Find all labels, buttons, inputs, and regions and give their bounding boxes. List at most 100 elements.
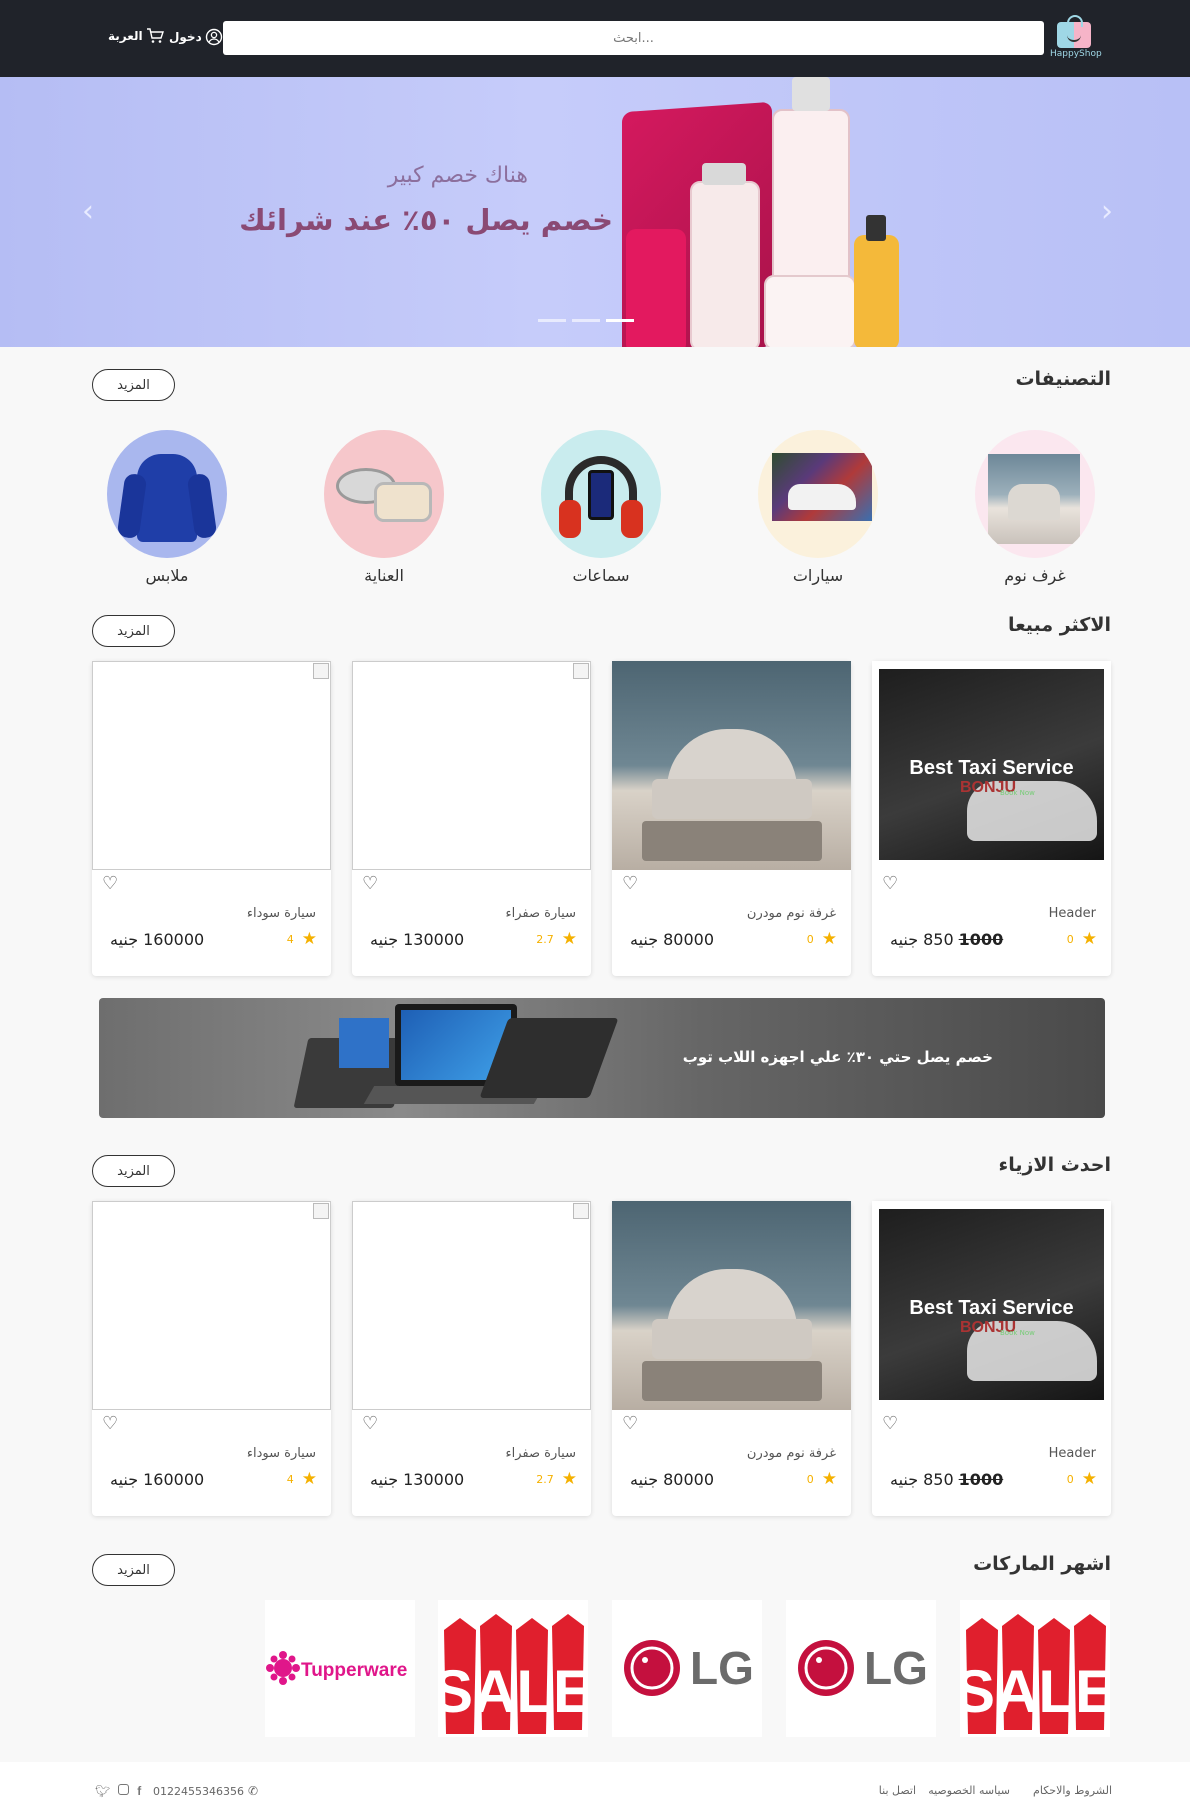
product-card[interactable]: ♡ سيارة صفراء ★ 2.7 130000 جنيه bbox=[352, 1201, 591, 1516]
product-price: 80000 جنيه bbox=[630, 930, 714, 949]
category-bedrooms[interactable]: غرف نوم bbox=[975, 430, 1095, 585]
phone-icon: ✆ bbox=[247, 1784, 259, 1798]
product-rating: ★ 4 bbox=[287, 929, 317, 949]
rating-value: 0 bbox=[806, 1472, 814, 1486]
product-rating: ★ 0 bbox=[1067, 929, 1097, 949]
sale-tags-logo: SALE bbox=[438, 1614, 588, 1734]
slider-dots[interactable] bbox=[538, 319, 634, 322]
brand-sale[interactable]: SALE bbox=[960, 1600, 1110, 1737]
current-price: 80000 bbox=[663, 930, 715, 949]
cart-icon bbox=[146, 28, 164, 43]
product-rating: ★ 4 bbox=[287, 1469, 317, 1489]
brand-tupperware[interactable]: Tupperware bbox=[265, 1600, 415, 1737]
footer-privacy-link[interactable]: سياسه الخصوصيه bbox=[928, 1784, 1010, 1797]
product-card[interactable]: ♡ غرفة نوم مودرن ★ 0 80000 جنيه bbox=[612, 1201, 851, 1516]
category-headphones[interactable]: سماعات bbox=[541, 430, 661, 585]
currency: جنيه bbox=[630, 1470, 659, 1489]
product-card[interactable]: ♡ غرفة نوم مودرن ★ 0 80000 جنيه bbox=[612, 661, 851, 976]
taxi-banner-title: Best Taxi Service bbox=[909, 1297, 1074, 1319]
slider-dot[interactable] bbox=[572, 319, 600, 322]
laptop-promo-banner[interactable]: خصم يصل حتي ٣٠٪ علي اجهزه اللاب توب bbox=[99, 998, 1105, 1118]
wishlist-heart-icon[interactable]: ♡ bbox=[882, 1413, 898, 1434]
category-care[interactable]: العناية bbox=[324, 430, 444, 585]
headphones-thumbnail bbox=[541, 430, 661, 558]
hero-slider: هناك خصم كبير خصم يصل ٥٠٪ عند شرائك ‹ › bbox=[0, 77, 1190, 347]
product-card[interactable]: ♡ سيارة سوداء ★ 4 160000 جنيه bbox=[92, 661, 331, 976]
wishlist-heart-icon[interactable]: ♡ bbox=[362, 1413, 378, 1434]
current-price: 160000 bbox=[143, 1470, 205, 1489]
product-name: غرفة نوم مودرن bbox=[746, 1446, 836, 1461]
slider-dot[interactable] bbox=[538, 319, 566, 322]
star-icon: ★ bbox=[821, 1469, 837, 1489]
cream-jar-thumbnail bbox=[324, 430, 444, 558]
product-rating: ★ 0 bbox=[807, 1469, 837, 1489]
broken-image bbox=[352, 1201, 591, 1410]
category-clothes[interactable]: ملابس bbox=[107, 430, 227, 585]
sale-tags-logo: SALE bbox=[960, 1614, 1110, 1734]
wishlist-heart-icon[interactable]: ♡ bbox=[622, 1413, 638, 1434]
wishlist-heart-icon[interactable]: ♡ bbox=[362, 873, 378, 894]
star-icon: ★ bbox=[821, 929, 837, 949]
currency: جنيه bbox=[370, 1470, 399, 1489]
category-label: العناية bbox=[364, 566, 404, 585]
current-price: 80000 bbox=[663, 1470, 715, 1489]
product-card[interactable]: ♡ سيارة سوداء ★ 4 160000 جنيه bbox=[92, 1201, 331, 1516]
star-icon: ★ bbox=[561, 1469, 577, 1489]
product-name: سيارة صفراء bbox=[505, 906, 576, 921]
product-rating: ★ 0 bbox=[1067, 1469, 1097, 1489]
brand-lg[interactable]: LG bbox=[786, 1600, 936, 1737]
best-sellers-title: الاكثر مبيعا bbox=[1007, 614, 1111, 636]
product-rating: ★ 2.7 bbox=[536, 929, 577, 949]
brand-sale[interactable]: SALE bbox=[438, 1600, 588, 1737]
slider-dot-active[interactable] bbox=[606, 319, 634, 322]
taxi-service-banner: Best Taxi Service BONJU Book Now bbox=[872, 661, 1111, 870]
latest-fashion-more-button[interactable]: المزيد bbox=[92, 1155, 175, 1187]
wishlist-heart-icon[interactable]: ♡ bbox=[102, 873, 118, 894]
category-label: سيارات bbox=[792, 566, 844, 585]
category-cars[interactable]: سيارات bbox=[758, 430, 878, 585]
product-name: سيارة صفراء bbox=[505, 1446, 576, 1461]
slider-next-arrow-icon[interactable]: › bbox=[1101, 194, 1113, 229]
best-sellers-more-button[interactable]: المزيد bbox=[92, 615, 175, 647]
star-icon: ★ bbox=[561, 929, 577, 949]
login-link[interactable]: دخول bbox=[169, 28, 223, 46]
brand-lg[interactable]: LG bbox=[612, 1600, 762, 1737]
product-price: 1000 850 جنيه bbox=[890, 1470, 1003, 1489]
cart-link[interactable]: العربة bbox=[108, 28, 164, 44]
instagram-icon[interactable] bbox=[118, 1784, 130, 1795]
slider-prev-arrow-icon[interactable]: ‹ bbox=[82, 194, 94, 229]
search-input[interactable] bbox=[223, 21, 1044, 55]
product-name: Header bbox=[1048, 1446, 1096, 1461]
product-price: 160000 جنيه bbox=[110, 930, 204, 949]
rating-value: 2.7 bbox=[536, 1472, 554, 1486]
product-card[interactable]: ♡ سيارة صفراء ★ 2.7 130000 جنيه bbox=[352, 661, 591, 976]
happyshop-logo[interactable]: HappyShop bbox=[1050, 15, 1102, 60]
product-card[interactable]: Best Taxi Service BONJU Book Now ♡ Heade… bbox=[872, 661, 1111, 976]
shopping-bag-icon bbox=[1057, 15, 1091, 48]
categories-more-button[interactable]: المزيد bbox=[92, 369, 175, 401]
logo-text: HappyShop bbox=[1050, 49, 1102, 59]
footer-terms-link[interactable]: الشروط والاحكام bbox=[1033, 1784, 1112, 1797]
wishlist-heart-icon[interactable]: ♡ bbox=[882, 873, 898, 894]
brands-more-button[interactable]: المزيد bbox=[92, 1554, 175, 1586]
product-price: 130000 جنيه bbox=[370, 1470, 464, 1489]
current-price: 850 bbox=[923, 930, 954, 949]
wishlist-heart-icon[interactable]: ♡ bbox=[622, 873, 638, 894]
footer-phone[interactable]: 0122455346356 ✆ bbox=[153, 1784, 258, 1798]
login-label: دخول bbox=[169, 30, 202, 44]
current-price: 850 bbox=[923, 1470, 954, 1489]
product-price: 130000 جنيه bbox=[370, 930, 464, 949]
facebook-icon[interactable]: f bbox=[137, 1784, 141, 1798]
car-thumbnail bbox=[758, 430, 878, 558]
currency: جنيه bbox=[110, 930, 139, 949]
star-icon: ★ bbox=[301, 929, 317, 949]
current-price: 130000 bbox=[403, 1470, 465, 1489]
currency: جنيه bbox=[890, 1470, 919, 1489]
product-card[interactable]: Best Taxi Service BONJU Book Now ♡ Heade… bbox=[872, 1201, 1111, 1516]
product-name: سيارة سوداء bbox=[246, 906, 316, 921]
twitter-icon[interactable]: 🐦︎ bbox=[95, 1784, 110, 1798]
footer-contact-link[interactable]: اتصل بنا bbox=[879, 1784, 916, 1797]
currency: جنيه bbox=[630, 930, 659, 949]
broken-image bbox=[352, 661, 591, 870]
wishlist-heart-icon[interactable]: ♡ bbox=[102, 1413, 118, 1434]
